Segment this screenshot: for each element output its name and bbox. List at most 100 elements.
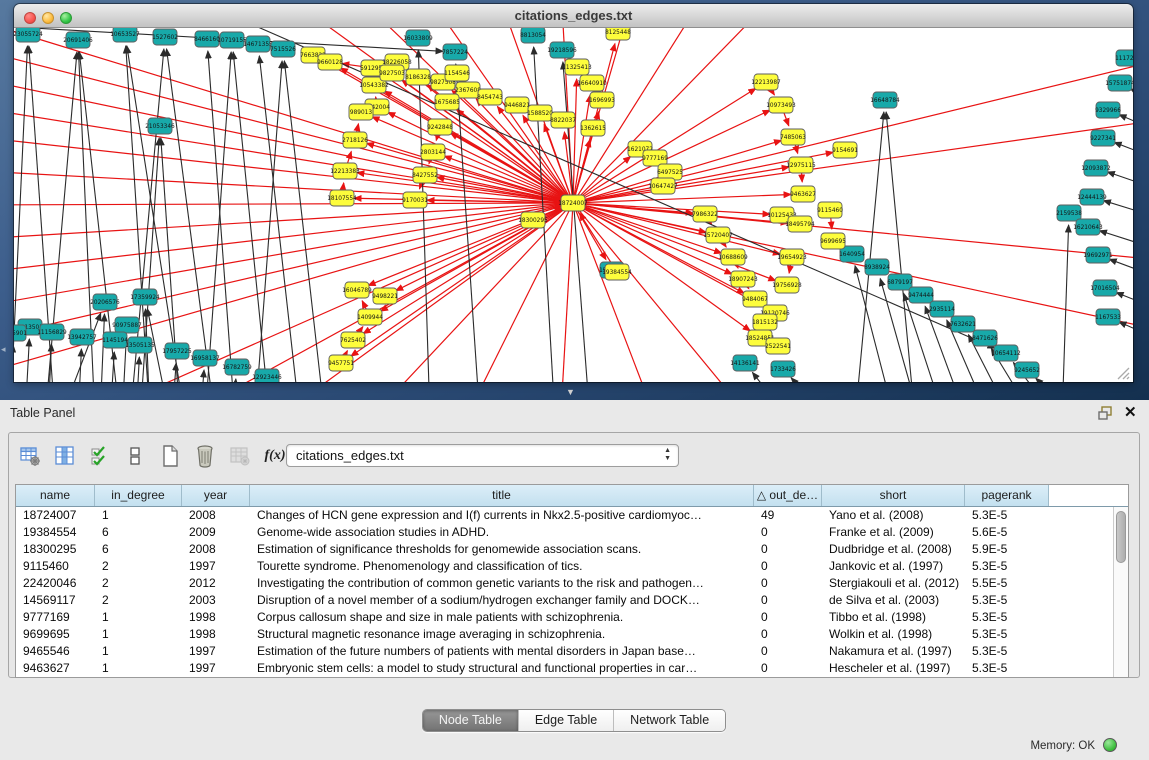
graph-node[interactable]: 12213383	[330, 163, 360, 179]
graph-edge[interactable]	[200, 370, 204, 382]
graph-node[interactable]: 16046789	[342, 282, 372, 298]
graph-node[interactable]: 18907243	[728, 271, 758, 287]
graph-node[interactable]: 9227341	[1090, 130, 1116, 146]
table-cell[interactable]: 1	[95, 507, 182, 524]
graph-node[interactable]: 12444139	[1077, 189, 1107, 205]
table-cell[interactable]: Dudbridge et al. (2008)	[822, 541, 965, 558]
table-cell[interactable]: 0	[754, 541, 822, 558]
graph-edge[interactable]	[1103, 201, 1133, 218]
graph-node[interactable]: 17957225	[162, 343, 192, 359]
left-splitter-handle[interactable]: ◂	[1, 344, 6, 355]
graph-node[interactable]: 9484067	[742, 291, 768, 307]
graph-node[interactable]: 1409944	[357, 309, 383, 325]
graph-node[interactable]: 8427552	[412, 167, 438, 183]
graph-node[interactable]: 10688609	[718, 249, 748, 265]
graph-node[interactable]: 19692971	[1083, 247, 1113, 263]
graph-node[interactable]: 10654112	[991, 345, 1021, 361]
table-cell[interactable]: 0	[754, 558, 822, 575]
graph-node[interactable]: 16648784	[870, 92, 900, 108]
graph-edge[interactable]	[563, 62, 590, 382]
graph-node[interactable]: 19218596	[547, 42, 577, 58]
network-graph-canvas[interactable]: 2305572420691406106535271527602846616010…	[14, 28, 1133, 382]
graph-edge[interactable]	[1109, 259, 1133, 278]
graph-node[interactable]: 7625402	[340, 332, 366, 348]
graph-node[interactable]: 18300295	[518, 212, 548, 228]
memory-ok-indicator-icon[interactable]	[1103, 738, 1117, 752]
table-cell[interactable]: Nakamura et al. (1997)	[822, 643, 965, 660]
graph-edge[interactable]	[1107, 172, 1133, 190]
table-row[interactable]: 946554611997Estimation of the future num…	[16, 643, 1113, 660]
table-row[interactable]: 977716911998Corpus callosum shape and si…	[16, 609, 1113, 626]
table-cell[interactable]: Structural magnetic resonance image aver…	[250, 626, 754, 643]
panel-splitter-handle[interactable]: ▼	[566, 388, 575, 397]
graph-node[interactable]: 9498221	[372, 288, 398, 304]
column-header-year[interactable]: year	[182, 485, 250, 506]
graph-edge[interactable]	[573, 28, 800, 203]
table-row[interactable]: 1938455462009Genome-wide association stu…	[16, 524, 1113, 541]
graph-node[interactable]: 11156829	[37, 324, 67, 340]
graph-edge[interactable]	[205, 52, 231, 382]
graph-node[interactable]: 9474444	[908, 287, 934, 303]
graph-node[interactable]: 16958137	[190, 350, 220, 366]
table-cell[interactable]: 1997	[182, 643, 250, 660]
new-table-icon[interactable]	[157, 443, 183, 469]
graph-node[interactable]: 11325413	[562, 59, 592, 75]
graph-edge[interactable]	[1114, 142, 1133, 160]
table-settings-icon[interactable]	[17, 443, 43, 469]
select-rows-icon[interactable]	[87, 443, 113, 469]
table-cell[interactable]: 0	[754, 575, 822, 592]
graph-node[interactable]: 16640910	[577, 75, 607, 91]
graph-node[interactable]: 9329966	[1095, 102, 1121, 118]
tab-network-table[interactable]: Network Table	[614, 710, 725, 731]
graph-node[interactable]: 1733426	[770, 361, 796, 377]
table-cell[interactable]: Disruption of a novel member of a sodium…	[250, 592, 754, 609]
graph-node[interactable]: 2803144	[420, 144, 446, 160]
table-cell[interactable]: 49	[754, 507, 822, 524]
table-row[interactable]: 946362711997Embryonic stem cells: a mode…	[16, 660, 1113, 677]
table-cell[interactable]: 9463627	[16, 660, 95, 677]
table-selector-dropdown[interactable]: citations_edges.txt ▲▼	[286, 444, 679, 467]
table-cell[interactable]: Genome-wide association studies in ADHD.	[250, 524, 754, 541]
table-cell[interactable]: 6	[95, 541, 182, 558]
graph-edge[interactable]	[573, 203, 780, 254]
graph-node[interactable]: 1696993	[589, 92, 615, 108]
graph-node[interactable]: 2522541	[765, 338, 791, 354]
graph-node[interactable]: 21053346	[145, 118, 175, 134]
table-row[interactable]: 1872400712008Changes of HCN gene express…	[16, 507, 1113, 524]
table-cell[interactable]: 6	[95, 524, 182, 541]
table-cell[interactable]: Estimation of significance thresholds fo…	[250, 541, 754, 558]
table-cell[interactable]: Yano et al. (2008)	[822, 507, 965, 524]
graph-edge[interactable]	[1116, 292, 1133, 310]
graph-node[interactable]: 15751874	[1105, 75, 1133, 91]
graph-node[interactable]: 8938924	[864, 259, 890, 275]
graph-node[interactable]: 13942757	[67, 329, 97, 345]
graph-node[interactable]: 9660128	[317, 54, 343, 70]
graph-node[interactable]: 10653527	[110, 28, 140, 42]
table-cell[interactable]: Estimation of the future numbers of pati…	[250, 643, 754, 660]
table-cell[interactable]: Stergiakouli et al. (2012)	[822, 575, 965, 592]
graph-node[interactable]: 1675685	[434, 94, 460, 110]
graph-node[interactable]: 16210643	[1073, 219, 1103, 235]
table-cell[interactable]: de Silva et al. (2003)	[822, 592, 965, 609]
table-cell[interactable]: 2	[95, 575, 182, 592]
table-cell[interactable]: 1	[95, 626, 182, 643]
graph-node[interactable]: 9170031	[402, 192, 428, 208]
graph-node[interactable]: 7515526	[270, 41, 296, 57]
table-cell[interactable]: 2003	[182, 592, 250, 609]
graph-node[interactable]: 8125448	[605, 28, 631, 40]
table-cell[interactable]: 5.3E-5	[965, 626, 1049, 643]
graph-node[interactable]: 14671355	[243, 36, 273, 52]
table-cell[interactable]: 2008	[182, 541, 250, 558]
graph-node[interactable]: 989013	[349, 104, 373, 120]
graph-node[interactable]: 2935114	[929, 301, 955, 317]
table-row[interactable]: 1456911722003Disruption of a novel membe…	[16, 592, 1113, 609]
graph-node[interactable]: 1362615	[580, 120, 606, 136]
table-cell[interactable]: 1	[95, 643, 182, 660]
table-cell[interactable]: 0	[754, 609, 822, 626]
graph-node[interactable]: 16033809	[403, 30, 433, 46]
graph-node[interactable]: 18724007	[558, 195, 588, 211]
table-cell[interactable]: 9777169	[16, 609, 95, 626]
graph-node[interactable]: 9245652	[1014, 362, 1040, 378]
column-header-short[interactable]: short	[822, 485, 965, 506]
graph-node[interactable]: 9242848	[427, 119, 453, 135]
